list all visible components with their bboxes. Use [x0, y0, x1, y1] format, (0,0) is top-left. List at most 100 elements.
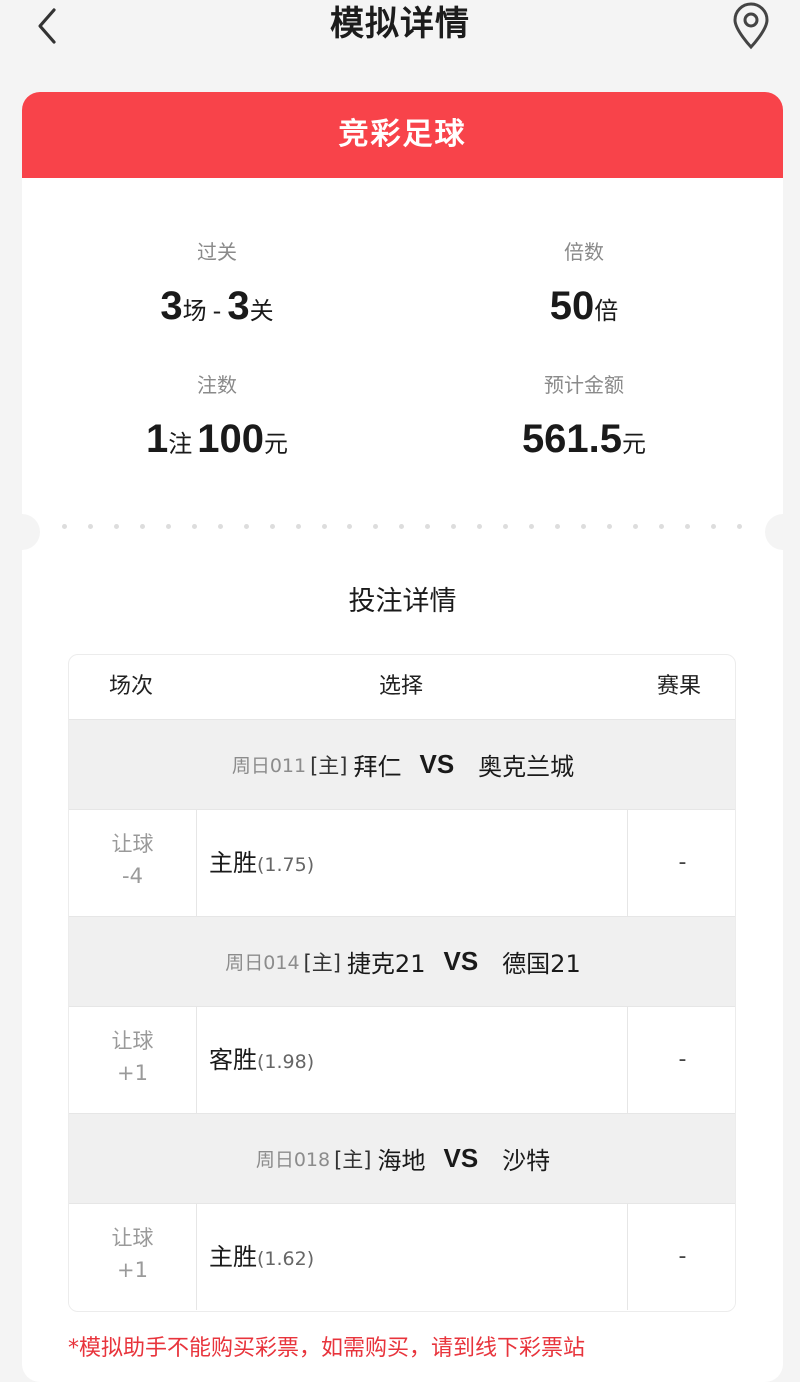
divider-dot: [555, 524, 561, 529]
bet-details-table: 场次 选择 赛果 周日011 [主] 拜仁 VS 奥克兰城 让球 -4 主胜(1…: [68, 654, 736, 1312]
home-team: 捷克21: [346, 950, 426, 978]
divider-dot: [477, 524, 483, 529]
stat-estimated-value: 561.5元: [434, 414, 734, 464]
stat-pass-label: 过关: [197, 240, 237, 264]
column-header-choice: 选择: [379, 674, 424, 699]
column-header-result: 赛果: [657, 674, 702, 699]
divider-dot: [269, 524, 275, 529]
divider-dot: [165, 524, 171, 529]
match-row: 周日018 [主] 海地 VS 沙特: [69, 1113, 735, 1203]
choice-cell: 主胜(1.62): [209, 1204, 314, 1310]
divider-dot: [503, 524, 509, 529]
handicap-value: +1: [117, 1061, 148, 1085]
pass-separator: -: [212, 297, 222, 325]
card-title: 竞彩足球: [22, 92, 783, 178]
pass-levels-unit: 关: [249, 297, 274, 325]
choice-odds: (1.75): [257, 854, 315, 876]
divider-dot: [295, 524, 301, 529]
choice-label: 主胜: [209, 849, 257, 877]
divider-dot: [62, 524, 67, 529]
page-title: 模拟详情: [330, 4, 470, 44]
away-team: 奥克兰城: [478, 753, 575, 781]
estimated-value: 561.5: [521, 417, 623, 461]
divider-dot: [684, 524, 690, 529]
bet-row: 让球 -4 主胜(1.75) -: [69, 809, 735, 916]
disclaimer-note: *模拟助手不能购买彩票，如需购买，请到线下彩票站: [68, 1336, 586, 1361]
result-cell: -: [627, 1007, 735, 1113]
divider-dot: [632, 524, 638, 529]
stat-pass: 过关 3场 -3关: [67, 237, 367, 331]
vs-label: VS: [443, 946, 479, 976]
divider-dot: [710, 524, 716, 529]
stat-pass-value: 3场 -3关: [67, 281, 367, 331]
handicap-label: 让球: [111, 832, 154, 856]
multiple-value: 50: [549, 284, 595, 328]
section-title: 投注详情: [348, 586, 457, 617]
choice-label: 客胜: [209, 1046, 257, 1074]
stat-bets-label: 注数: [197, 373, 237, 397]
choice-cell: 主胜(1.75): [209, 810, 314, 916]
divider-dot: [87, 524, 93, 529]
handicap-cell: 让球 +1: [69, 1007, 197, 1113]
pass-matches-unit: 场: [182, 297, 207, 325]
away-team: 德国21: [502, 950, 581, 978]
divider-dot: [607, 524, 613, 529]
divider-dot: [451, 524, 457, 529]
divider-dot: [373, 524, 379, 529]
home-tag: [主]: [310, 753, 348, 778]
divider-dot: [581, 524, 587, 529]
column-header-session: 场次: [109, 674, 154, 699]
handicap-cell: 让球 -4: [69, 810, 197, 916]
simulation-card: 竞彩足球 过关 3场 -3关 倍数 50倍 注数 1注 100元 预计金额 561…: [22, 92, 783, 1382]
handicap-value: +1: [117, 1258, 148, 1282]
table-header: 场次 选择 赛果: [69, 655, 735, 719]
divider-dot: [139, 524, 145, 529]
bets-amount-unit: 元: [264, 430, 289, 458]
vs-label: VS: [443, 1143, 479, 1173]
divider-dot: [191, 524, 197, 529]
choice-odds: (1.62): [257, 1248, 315, 1270]
bet-row: 让球 +1 主胜(1.62) -: [69, 1203, 735, 1310]
bet-row: 让球 +1 客胜(1.98) -: [69, 1006, 735, 1113]
match-code: 周日014: [225, 952, 300, 974]
home-team: 海地: [377, 1147, 426, 1175]
choice-odds: (1.98): [257, 1051, 315, 1073]
top-bar: 模拟详情: [0, 0, 800, 72]
away-team: 沙特: [502, 1147, 551, 1175]
divider-dot: [321, 524, 327, 529]
pass-levels: 3: [227, 284, 250, 328]
divider-dot: [399, 524, 405, 529]
divider-dot: [658, 524, 664, 529]
bets-amount: 100: [197, 417, 265, 461]
divider-dot: [217, 524, 223, 529]
result-cell: -: [627, 1204, 735, 1310]
home-tag: [主]: [334, 1147, 372, 1172]
divider-dot: [736, 524, 742, 529]
stat-bets: 注数 1注 100元: [67, 370, 367, 464]
ticket-notch-right: [765, 514, 783, 550]
match-row: 周日014 [主] 捷克21 VS 德国21: [69, 916, 735, 1006]
choice-cell: 客胜(1.98): [209, 1007, 314, 1113]
stat-bets-value: 1注 100元: [67, 414, 367, 464]
handicap-value: -4: [122, 864, 143, 888]
map-pin-icon[interactable]: [730, 2, 772, 50]
divider-dot: [113, 524, 119, 529]
divider-dot: [529, 524, 535, 529]
stat-estimated-label: 预计金额: [544, 373, 624, 397]
bets-count-unit: 注: [168, 430, 193, 458]
vs-label: VS: [419, 749, 455, 779]
bets-count: 1: [145, 417, 169, 461]
choice-label: 主胜: [209, 1243, 257, 1271]
stat-multiple-value: 50倍: [434, 281, 734, 331]
result-cell: -: [627, 810, 735, 916]
divider-dot: [347, 524, 353, 529]
match-code: 周日011: [231, 755, 307, 777]
handicap-cell: 让球 +1: [69, 1204, 197, 1310]
handicap-label: 让球: [111, 1226, 154, 1250]
pass-matches: 3: [160, 284, 183, 328]
home-tag: [主]: [303, 950, 341, 975]
divider-dot: [243, 524, 249, 529]
multiple-unit: 倍: [594, 297, 619, 325]
estimated-unit: 元: [622, 430, 647, 458]
divider-dot: [425, 524, 431, 529]
